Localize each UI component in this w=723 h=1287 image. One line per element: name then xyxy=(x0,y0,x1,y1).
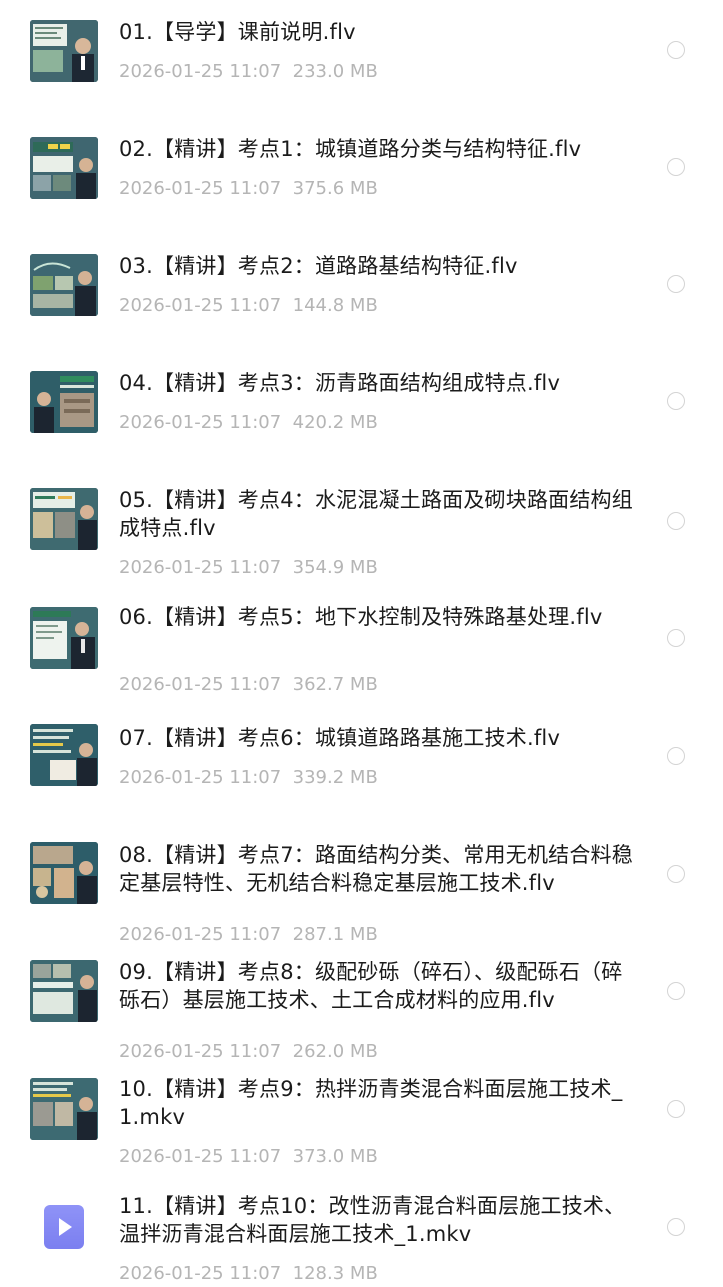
file-size: 233.0 MB xyxy=(292,61,378,82)
file-name[interactable]: 10.【精讲】考点9：热拌沥青类混合料面层施工技术_1.mkv xyxy=(119,1075,639,1131)
file-meta: 2026-01-25 11:07 233.0 MB xyxy=(119,60,378,84)
file-size: 362.7 MB xyxy=(292,674,378,695)
select-radio[interactable] xyxy=(667,865,685,883)
file-date: 2026-01-25 11:07 xyxy=(119,412,282,433)
file-name[interactable]: 04.【精讲】考点3：沥青路面结构组成特点.flv xyxy=(119,369,639,397)
file-meta: 2026-01-25 11:07 354.9 MB xyxy=(119,556,378,580)
file-size: 339.2 MB xyxy=(292,767,378,788)
video-thumbnail xyxy=(30,960,98,1022)
file-name[interactable]: 09.【精讲】考点8：级配砂砾（碎石）、级配砾石（碎砾石）基层施工技术、土工合成… xyxy=(119,958,639,1014)
video-thumbnail xyxy=(30,371,98,433)
video-thumbnail xyxy=(30,488,98,550)
select-radio[interactable] xyxy=(667,512,685,530)
select-radio[interactable] xyxy=(667,747,685,765)
video-thumbnail xyxy=(30,20,98,82)
file-row[interactable]: 04.【精讲】考点3：沥青路面结构组成特点.flv 2026-01-25 11:… xyxy=(0,351,723,468)
file-name[interactable]: 02.【精讲】考点1：城镇道路分类与结构特征.flv xyxy=(119,135,639,163)
file-meta: 2026-01-25 11:07 373.0 MB xyxy=(119,1145,378,1169)
file-date: 2026-01-25 11:07 xyxy=(119,295,282,316)
select-radio[interactable] xyxy=(667,392,685,410)
file-date: 2026-01-25 11:07 xyxy=(119,1146,282,1167)
file-row[interactable]: 07.【精讲】考点6：城镇道路路基施工技术.flv 2026-01-25 11:… xyxy=(0,702,723,819)
video-file-icon xyxy=(44,1205,84,1249)
file-name[interactable]: 08.【精讲】考点7：路面结构分类、常用无机结合料稳定基层特性、无机结合料稳定基… xyxy=(119,841,639,897)
file-size: 373.0 MB xyxy=(292,1146,378,1167)
video-thumbnail xyxy=(30,254,98,316)
select-radio[interactable] xyxy=(667,629,685,647)
file-row[interactable]: 10.【精讲】考点9：热拌沥青类混合料面层施工技术_1.mkv 2026-01-… xyxy=(0,1053,723,1170)
file-row[interactable]: 06.【精讲】考点5：地下水控制及特殊路基处理.flv 2026-01-25 1… xyxy=(0,585,723,702)
file-name[interactable]: 01.【导学】课前说明.flv xyxy=(119,18,639,46)
select-radio[interactable] xyxy=(667,1218,685,1236)
file-meta: 2026-01-25 11:07 375.6 MB xyxy=(119,177,378,201)
file-meta: 2026-01-25 11:07 339.2 MB xyxy=(119,766,378,790)
file-date: 2026-01-25 11:07 xyxy=(119,1263,282,1284)
video-thumbnail xyxy=(30,137,98,199)
file-date: 2026-01-25 11:07 xyxy=(119,767,282,788)
file-row[interactable]: 05.【精讲】考点4：水泥混凝土路面及砌块路面结构组成特点.flv 2026-0… xyxy=(0,468,723,585)
file-date: 2026-01-25 11:07 xyxy=(119,61,282,82)
file-name[interactable]: 06.【精讲】考点5：地下水控制及特殊路基处理.flv xyxy=(119,603,639,631)
file-meta: 2026-01-25 11:07 362.7 MB xyxy=(119,673,378,697)
file-name[interactable]: 11.【精讲】考点10：改性沥青混合料面层施工技术、温拌沥青混合料面层施工技术_… xyxy=(119,1192,639,1248)
file-size: 354.9 MB xyxy=(292,557,378,578)
select-radio[interactable] xyxy=(667,158,685,176)
file-row[interactable]: 02.【精讲】考点1：城镇道路分类与结构特征.flv 2026-01-25 11… xyxy=(0,117,723,234)
file-name[interactable]: 03.【精讲】考点2：道路路基结构特征.flv xyxy=(119,252,639,280)
file-meta: 2026-01-25 11:07 420.2 MB xyxy=(119,411,378,435)
file-date: 2026-01-25 11:07 xyxy=(119,178,282,199)
file-size: 144.8 MB xyxy=(292,295,378,316)
file-name[interactable]: 05.【精讲】考点4：水泥混凝土路面及砌块路面结构组成特点.flv xyxy=(119,486,639,542)
video-thumbnail xyxy=(30,607,98,669)
video-thumbnail xyxy=(30,1078,98,1140)
video-thumbnail xyxy=(30,842,98,904)
file-name[interactable]: 07.【精讲】考点6：城镇道路路基施工技术.flv xyxy=(119,724,639,752)
file-size: 420.2 MB xyxy=(292,412,378,433)
select-radio[interactable] xyxy=(667,1100,685,1118)
file-row[interactable]: 03.【精讲】考点2：道路路基结构特征.flv 2026-01-25 11:07… xyxy=(0,234,723,351)
file-list: 01.【导学】课前说明.flv 2026-01-25 11:07 233.0 M… xyxy=(0,0,723,1284)
file-date: 2026-01-25 11:07 xyxy=(119,557,282,578)
file-size: 128.3 MB xyxy=(292,1263,378,1284)
file-row[interactable]: 01.【导学】课前说明.flv 2026-01-25 11:07 233.0 M… xyxy=(0,0,723,117)
file-size: 375.6 MB xyxy=(292,178,378,199)
select-radio[interactable] xyxy=(667,275,685,293)
file-row[interactable]: 08.【精讲】考点7：路面结构分类、常用无机结合料稳定基层特性、无机结合料稳定基… xyxy=(0,819,723,945)
select-radio[interactable] xyxy=(667,982,685,1000)
select-radio[interactable] xyxy=(667,41,685,59)
file-meta: 2026-01-25 11:07 144.8 MB xyxy=(119,294,378,318)
file-row[interactable]: 09.【精讲】考点8：级配砂砾（碎石）、级配砾石（碎砾石）基层施工技术、土工合成… xyxy=(0,936,723,1062)
video-thumbnail xyxy=(30,724,98,786)
file-row[interactable]: 11.【精讲】考点10：改性沥青混合料面层施工技术、温拌沥青混合料面层施工技术_… xyxy=(0,1170,723,1287)
file-meta: 2026-01-25 11:07 128.3 MB xyxy=(119,1262,378,1286)
file-date: 2026-01-25 11:07 xyxy=(119,674,282,695)
